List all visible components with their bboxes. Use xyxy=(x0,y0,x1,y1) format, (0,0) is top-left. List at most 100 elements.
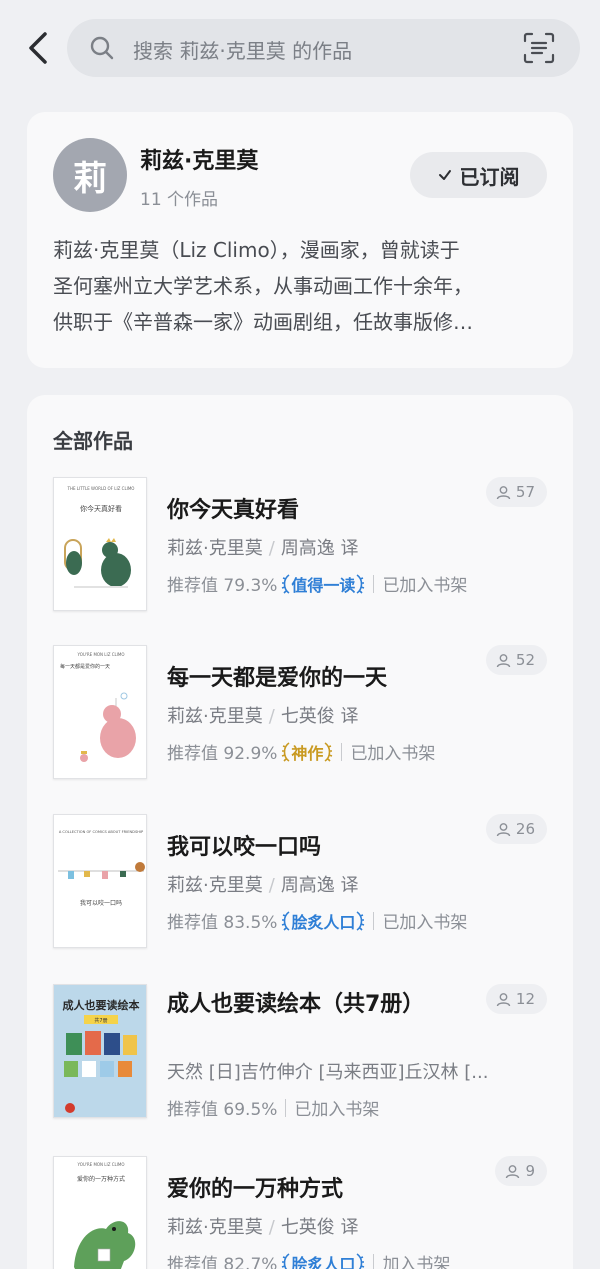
cover-top-text: THE LITTLE WORLD OF LIZ CLIMO xyxy=(67,486,135,491)
rating-badge: 值得一读 xyxy=(281,572,365,596)
person-icon xyxy=(506,1164,520,1178)
book-meta: 推荐值 79.3% 值得一读 已加入书架 xyxy=(167,571,467,596)
translator: 周高逸 译 xyxy=(280,875,359,896)
laurel-right-icon xyxy=(356,910,365,931)
translator: 七英俊 译 xyxy=(280,1217,359,1238)
badge-label: 脍炙人口 xyxy=(291,1254,356,1269)
author-name: 莉兹·克里莫 xyxy=(167,706,263,727)
divider: / xyxy=(268,875,275,896)
cover-title-text: 我可以咬一口吗 xyxy=(80,899,122,907)
author-card: 莉 莉兹·克里莫 11 个作品 已订阅 莉兹·克里莫（Liz Climo），漫画… xyxy=(27,112,573,368)
bio-line: 圣何塞州立大学艺术系，从事动画工作十余年， xyxy=(53,274,473,298)
divider xyxy=(373,1253,375,1269)
cover-top-text: A COLLECTION OF COMICS ABOUT FRIENDSHIP xyxy=(59,830,144,834)
person-icon xyxy=(496,485,511,499)
person-icon xyxy=(496,822,511,836)
subscribe-label: 已订阅 xyxy=(459,164,520,189)
book-cover[interactable]: A COLLECTION OF COMICS ABOUT FRIENDSHIP … xyxy=(53,814,147,948)
book-title: 每一天都是爱你的一天 xyxy=(167,666,388,691)
book-author: 天然 [日]吉竹伸介 [马来西亚]丘汉林 [... xyxy=(167,1062,489,1083)
cover-top-text: 成人也要读绘本 xyxy=(63,998,140,1012)
recommend-score: 推荐值 69.5% xyxy=(167,1100,278,1120)
search-placeholder: 搜索 莉兹·克里莫 的作品 xyxy=(133,39,353,63)
add-to-shelf-button[interactable]: 加入书架 xyxy=(382,1250,450,1269)
shelf-status[interactable]: 已加入书架 xyxy=(350,739,435,764)
translator: 七英俊 译 xyxy=(280,706,359,727)
recommend-score: 推荐值 79.3% xyxy=(167,576,278,596)
reader-count-chip: 9 xyxy=(495,1156,547,1186)
shelf-status[interactable]: 已加入书架 xyxy=(294,1095,379,1120)
avatar: 莉 xyxy=(53,138,127,212)
recommend-score: 推荐值 92.9% xyxy=(167,744,278,764)
cover-title-text: 爱你的一万种方式 xyxy=(77,1175,125,1183)
laurel-right-icon xyxy=(356,1252,365,1269)
subscribe-button[interactable]: 已订阅 xyxy=(410,152,547,198)
rating-badge: 脍炙人口 xyxy=(281,1251,365,1269)
author-name: 莉兹·克里莫 xyxy=(140,149,259,174)
book-cover[interactable]: YOU'RE MON LIZ CLIMO 爱你的一万种方式 xyxy=(53,1156,147,1269)
rating-badge: 脍炙人口 xyxy=(281,909,365,933)
divider: / xyxy=(268,538,275,559)
book-author: 莉兹·克里莫 / 周高逸 译 xyxy=(167,871,359,897)
book-cover[interactable]: YOU'RE MON LIZ CLIMO 每一天都是爱你的一天 xyxy=(53,645,147,779)
recommend-score: 推荐值 82.7% xyxy=(167,1255,278,1269)
cover-top-text: YOU'RE MON LIZ CLIMO xyxy=(76,1162,124,1167)
laurel-left-icon xyxy=(282,741,290,762)
shelf-status[interactable]: 已加入书架 xyxy=(382,571,467,596)
divider: / xyxy=(268,706,275,727)
author-bio[interactable]: 莉兹·克里莫（Liz Climo），漫画家，曾就读于 圣何塞州立大学艺术系，从事… xyxy=(53,232,549,340)
divider xyxy=(341,742,343,761)
book-title: 你今天真好看 xyxy=(167,498,300,523)
author-name: 莉兹·克里莫 xyxy=(167,1217,263,1238)
laurel-right-icon xyxy=(356,573,365,594)
book-meta: 推荐值 83.5% 脍炙人口 已加入书架 xyxy=(167,908,467,933)
works-count: 11 个作品 xyxy=(140,190,219,210)
translator: 周高逸 译 xyxy=(280,538,359,559)
divider xyxy=(373,911,375,930)
reader-count: 12 xyxy=(515,990,535,1008)
bio-line: 供职于《辛普森一家》动画剧组，任故事版修… xyxy=(53,310,473,334)
author-name: 莉兹·克里莫 xyxy=(167,538,263,559)
badge-label: 值得一读 xyxy=(291,575,356,595)
laurel-left-icon xyxy=(282,573,290,594)
shelf-status[interactable]: 已加入书架 xyxy=(382,908,467,933)
book-meta: 推荐值 69.5% 已加入书架 xyxy=(167,1095,379,1120)
cover-title-text: 你今天真好看 xyxy=(80,504,122,513)
back-button[interactable] xyxy=(20,30,56,66)
laurel-left-icon xyxy=(282,1252,290,1269)
reader-count-chip: 26 xyxy=(485,814,547,844)
book-title: 我可以咬一口吗 xyxy=(167,835,322,860)
badge-label: 神作 xyxy=(291,743,324,763)
divider xyxy=(285,1098,287,1117)
search-input[interactable]: 搜索 莉兹·克里莫 的作品 xyxy=(67,19,580,77)
book-cover[interactable]: THE LITTLE WORLD OF LIZ CLIMO 你今天真好看 xyxy=(53,477,147,611)
laurel-left-icon xyxy=(282,910,290,931)
divider xyxy=(373,574,375,593)
search-icon xyxy=(90,36,114,60)
reader-count: 57 xyxy=(515,483,535,501)
book-title: 成人也要读绘本（共7册） xyxy=(167,992,425,1017)
reader-count: 9 xyxy=(525,1162,535,1180)
chevron-left-icon xyxy=(29,32,47,64)
cover-top-text: YOU'RE MON LIZ CLIMO xyxy=(76,652,124,657)
reader-count-chip: 12 xyxy=(485,984,547,1014)
reader-count-chip: 52 xyxy=(485,645,547,675)
section-title: 全部作品 xyxy=(53,429,133,453)
bio-line: 莉兹·克里莫（Liz Climo），漫画家，曾就读于 xyxy=(53,238,460,262)
works-list-card: 全部作品 THE LITTLE WORLD OF LIZ CLIMO 你今天真好… xyxy=(27,395,573,1269)
rating-badge: 神作 xyxy=(281,740,333,764)
laurel-right-icon xyxy=(324,741,333,762)
book-meta: 推荐值 82.7% 脍炙人口 加入书架 xyxy=(167,1250,450,1269)
person-icon xyxy=(496,992,511,1006)
divider: / xyxy=(268,1217,275,1238)
book-author: 莉兹·克里莫 / 七英俊 译 xyxy=(167,1213,359,1239)
check-icon xyxy=(438,170,451,180)
reader-count: 52 xyxy=(515,651,535,669)
book-author: 莉兹·克里莫 / 周高逸 译 xyxy=(167,534,359,560)
book-title: 爱你的一万种方式 xyxy=(167,1177,344,1202)
person-icon xyxy=(496,653,511,667)
scan-icon[interactable] xyxy=(522,31,556,65)
book-cover[interactable]: 成人也要读绘本 共7册 xyxy=(53,984,147,1118)
badge-label: 脍炙人口 xyxy=(291,912,356,932)
book-author: 莉兹·克里莫 / 七英俊 译 xyxy=(167,702,359,728)
